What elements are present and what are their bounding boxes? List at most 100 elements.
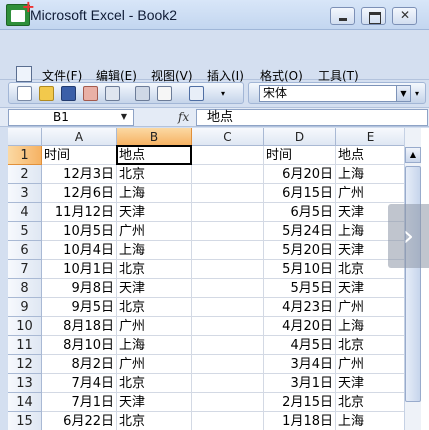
cell-c10[interactable] [192,317,264,336]
cell-b8[interactable]: 天津 [117,279,192,298]
cell-a3[interactable]: 12月6日 [42,184,117,203]
print-preview-icon[interactable] [135,86,150,101]
cell-e9[interactable]: 广州 [336,298,406,317]
workbook-icon[interactable] [16,66,32,82]
cell-b14[interactable]: 天津 [117,393,192,412]
cell-b15[interactable]: 北京 [117,412,192,430]
cell-a6[interactable]: 10月4日 [42,241,117,260]
cell-b9[interactable]: 北京 [117,298,192,317]
row-header-4[interactable]: 4 [8,203,42,222]
cell-a13[interactable]: 7月4日 [42,374,117,393]
cell-c5[interactable] [192,222,264,241]
maximize-button[interactable] [361,7,386,25]
cell-d3[interactable]: 6月15日 [264,184,336,203]
cell-b5[interactable]: 广州 [117,222,192,241]
cell-c11[interactable] [192,336,264,355]
column-header-b[interactable]: B [117,128,192,146]
font-name-select[interactable]: 宋体 ▼ [259,85,411,102]
column-header-e[interactable]: E [336,128,406,146]
row-header-1[interactable]: 1 [8,146,42,165]
cell-c2[interactable] [192,165,264,184]
cell-c15[interactable] [192,412,264,430]
cell-d13[interactable]: 3月1日 [264,374,336,393]
row-header-15[interactable]: 15 [8,412,42,430]
cell-e11[interactable]: 北京 [336,336,406,355]
toolbar-options-icon[interactable]: ▾ [221,86,229,101]
cell-d12[interactable]: 3月4日 [264,355,336,374]
worksheet-grid[interactable]: A B C D E 1 时间 地点 时间 地点 2 12月3日 北京 6月20日 上海 3 12月6日 上海 6月1… [8,128,429,430]
row-header-2[interactable]: 2 [8,165,42,184]
cell-e12[interactable]: 广州 [336,355,406,374]
cell-a14[interactable]: 7月1日 [42,393,117,412]
scrollbar-thumb[interactable] [405,166,421,402]
column-header-a[interactable]: A [42,128,117,146]
search-icon[interactable] [157,86,172,101]
cell-a11[interactable]: 8月10日 [42,336,117,355]
cell-d6[interactable]: 5月20日 [264,241,336,260]
cell-a1[interactable]: 时间 [42,146,117,165]
cell-c13[interactable] [192,374,264,393]
row-header-11[interactable]: 11 [8,336,42,355]
cell-c7[interactable] [192,260,264,279]
cell-a12[interactable]: 8月2日 [42,355,117,374]
row-header-10[interactable]: 10 [8,317,42,336]
toolbar-options-icon[interactable]: ▾ [415,86,423,101]
cell-b6[interactable]: 上海 [117,241,192,260]
insert-function-icon[interactable]: fx [178,110,189,124]
cell-d10[interactable]: 4月20日 [264,317,336,336]
cell-c3[interactable] [192,184,264,203]
cell-e15[interactable]: 上海 [336,412,406,430]
cell-c12[interactable] [192,355,264,374]
row-header-6[interactable]: 6 [8,241,42,260]
cell-b4[interactable]: 天津 [117,203,192,222]
cell-a7[interactable]: 10月1日 [42,260,117,279]
cell-c9[interactable] [192,298,264,317]
cell-e1[interactable]: 地点 [336,146,406,165]
row-header-13[interactable]: 13 [8,374,42,393]
cell-a15[interactable]: 6月22日 [42,412,117,430]
cell-d1[interactable]: 时间 [264,146,336,165]
cell-a4[interactable]: 11月12日 [42,203,117,222]
cell-b7[interactable]: 北京 [117,260,192,279]
cell-d7[interactable]: 5月10日 [264,260,336,279]
cell-c1[interactable] [192,146,264,165]
column-header-c[interactable]: C [192,128,264,146]
vertical-scrollbar[interactable]: ▲ [404,128,421,430]
cell-c8[interactable] [192,279,264,298]
cell-c6[interactable] [192,241,264,260]
name-box-dropdown-icon[interactable]: ▼ [116,110,132,124]
cell-e13[interactable]: 天津 [336,374,406,393]
cell-d11[interactable]: 4月5日 [264,336,336,355]
cell-d8[interactable]: 5月5日 [264,279,336,298]
cell-e3[interactable]: 广州 [336,184,406,203]
minimize-button[interactable] [330,7,355,25]
select-all-corner[interactable] [8,128,42,146]
open-icon[interactable] [39,86,54,101]
cell-b13[interactable]: 北京 [117,374,192,393]
close-button[interactable] [392,7,417,25]
cell-d14[interactable]: 2月15日 [264,393,336,412]
cell-a5[interactable]: 10月5日 [42,222,117,241]
cell-b2[interactable]: 北京 [117,165,192,184]
cell-a2[interactable]: 12月3日 [42,165,117,184]
chevron-down-icon[interactable]: ▼ [396,86,410,101]
row-header-5[interactable]: 5 [8,222,42,241]
column-header-d[interactable]: D [264,128,336,146]
cell-b12[interactable]: 广州 [117,355,192,374]
row-header-9[interactable]: 9 [8,298,42,317]
row-header-8[interactable]: 8 [8,279,42,298]
cell-d9[interactable]: 4月23日 [264,298,336,317]
row-header-3[interactable]: 3 [8,184,42,203]
formula-input[interactable]: 地点 [196,109,428,126]
cell-c4[interactable] [192,203,264,222]
cell-e14[interactable]: 北京 [336,393,406,412]
row-header-14[interactable]: 14 [8,393,42,412]
cell-c14[interactable] [192,393,264,412]
scroll-up-icon[interactable]: ▲ [405,147,421,163]
cell-d5[interactable]: 5月24日 [264,222,336,241]
cell-d2[interactable]: 6月20日 [264,165,336,184]
cell-a10[interactable]: 8月18日 [42,317,117,336]
save-icon[interactable] [61,86,76,101]
excel-app-icon[interactable] [6,0,35,26]
cell-b11[interactable]: 上海 [117,336,192,355]
